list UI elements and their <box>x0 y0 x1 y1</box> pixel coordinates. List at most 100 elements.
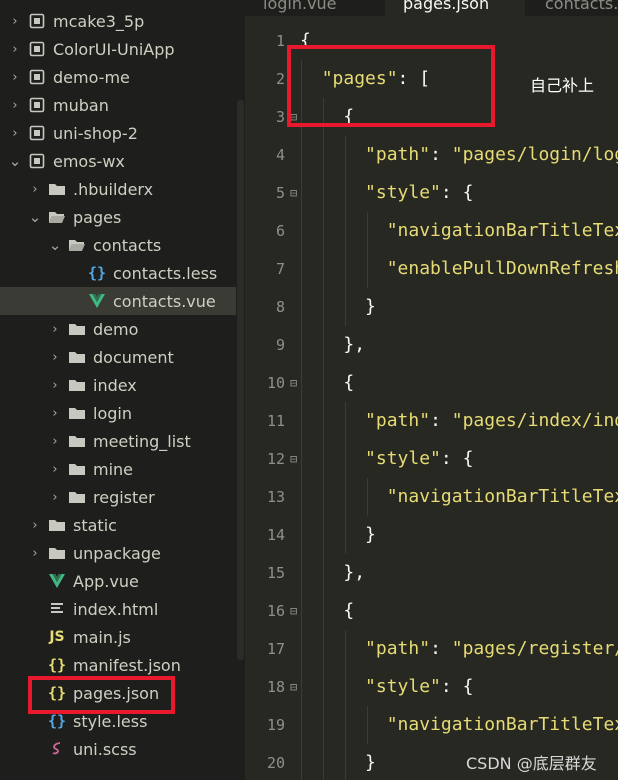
code-token: }, <box>343 334 366 355</box>
tree-item-demo[interactable]: › demo <box>0 315 236 343</box>
tree-item-demo-me[interactable]: › demo-me <box>0 63 236 91</box>
tree-item-label: demo-me <box>53 67 130 87</box>
folder-open-icon <box>48 208 66 226</box>
tree-item-pages[interactable]: ⌄ pages <box>0 203 236 231</box>
tree-item-label: register <box>93 487 155 507</box>
chevron-right-icon[interactable]: › <box>48 350 62 365</box>
tree-item-hbuilderx[interactable]: › .hbuilderx <box>0 175 236 203</box>
explorer-scrollbar-thumb[interactable] <box>237 100 244 660</box>
chevron-right-icon[interactable]: › <box>28 518 42 533</box>
chevron-right-icon[interactable]: › <box>48 378 62 393</box>
chevron-down-icon[interactable]: ⌄ <box>28 210 42 225</box>
code-text: "style": { <box>300 440 473 478</box>
fold-toggle-icon[interactable]: ⊟ <box>290 440 297 478</box>
watermark: CSDN @底层群友 <box>466 754 597 773</box>
tree-item-emos-wx[interactable]: ⌄ emos-wx <box>0 147 236 175</box>
tree-item-register[interactable]: › register <box>0 483 236 511</box>
line-number: 15 <box>266 564 285 582</box>
chevron-right-icon[interactable]: › <box>48 490 62 505</box>
fold-toggle-icon[interactable]: ⊟ <box>290 364 297 402</box>
tree-item-contacts[interactable]: ⌄ contacts <box>0 231 236 259</box>
tree-item-index[interactable]: › index <box>0 371 236 399</box>
tree-item-main-js[interactable]: ›JSmain.js <box>0 623 236 651</box>
indent-guide <box>323 440 324 478</box>
tree-item-login[interactable]: › login <box>0 399 236 427</box>
code-token: "style" <box>365 676 441 697</box>
code-text: "style": { <box>300 668 473 706</box>
tree-item-colorui-uniapp[interactable]: › ColorUI-UniApp <box>0 35 236 63</box>
indent-guide <box>301 250 302 288</box>
chevron-right-icon[interactable]: › <box>48 462 62 477</box>
chevron-right-icon[interactable]: › <box>28 182 42 197</box>
indent-guide <box>301 478 302 516</box>
code-token: } <box>365 524 376 545</box>
folder-icon <box>68 376 86 394</box>
chevron-right-icon[interactable]: › <box>8 98 22 113</box>
fold-toggle-icon[interactable]: ⊟ <box>290 668 297 706</box>
code-token: } <box>365 752 376 773</box>
tree-item-label: uni.scss <box>73 739 137 759</box>
tree-item-unpackage[interactable]: › unpackage <box>0 539 236 567</box>
code-token: "path" <box>365 144 431 165</box>
tree-item-uni-shop-2[interactable]: › uni-shop-2 <box>0 119 236 147</box>
indent-guide <box>301 554 302 592</box>
indent-guide <box>345 212 346 250</box>
line-number: 11 <box>266 412 285 430</box>
highlight-box-pages-key <box>287 45 495 127</box>
code-token: "path" <box>365 410 431 431</box>
chevron-down-icon[interactable]: ⌄ <box>8 154 22 169</box>
chevron-right-icon[interactable]: › <box>8 42 22 57</box>
chevron-right-icon[interactable]: › <box>8 70 22 85</box>
tree-item-index-html[interactable]: ›index.html <box>0 595 236 623</box>
tab-pages-json[interactable]: pages.json <box>385 0 525 16</box>
tree-item-muban[interactable]: › muban <box>0 91 236 119</box>
line-number: 9 <box>275 336 285 354</box>
tree-item-label: pages <box>73 207 122 227</box>
tree-item-mine[interactable]: › mine <box>0 455 236 483</box>
indent-guide <box>345 136 346 174</box>
chevron-right-icon[interactable]: › <box>8 126 22 141</box>
html-file-icon <box>48 600 66 618</box>
tree-item-label: contacts.vue <box>113 291 216 311</box>
tree-item-app-vue[interactable]: ›App.vue <box>0 567 236 595</box>
indent-guide <box>323 326 324 364</box>
tree-item-meeting-list[interactable]: › meeting_list <box>0 427 236 455</box>
indent-guide <box>301 288 302 326</box>
code-token: : <box>430 638 452 659</box>
tree-item-contacts-less[interactable]: ›{}contacts.less <box>0 259 236 287</box>
tab-contacts-vue[interactable]: contacts.vue <box>527 0 618 16</box>
chevron-right-icon[interactable]: › <box>48 322 62 337</box>
indent-guide <box>301 440 302 478</box>
scss-file-icon <box>48 740 66 758</box>
chevron-right-icon[interactable]: › <box>8 14 22 29</box>
tree-item-mcake3-5p[interactable]: › mcake3_5p <box>0 7 236 35</box>
tree-item-static[interactable]: › static <box>0 511 236 539</box>
tree-item-manifest-json[interactable]: ›{}manifest.json <box>0 651 236 679</box>
chevron-right-icon[interactable]: › <box>28 546 42 561</box>
code-token: "navigationBarTitleText" <box>386 220 618 241</box>
json-file-icon: {} <box>47 656 67 674</box>
tree-item-label: mcake3_5p <box>53 11 145 31</box>
tree-item-contacts-vue[interactable]: ›contacts.vue <box>0 287 236 315</box>
chevron-down-icon[interactable]: ⌄ <box>48 238 62 253</box>
line-number: 13 <box>266 488 285 506</box>
fold-toggle-icon[interactable]: ⊟ <box>290 174 297 212</box>
tab-login-vue[interactable]: login.vue <box>245 0 375 16</box>
tree-item-document[interactable]: › document <box>0 343 236 371</box>
code-text: "navigationBarTitleText": "" <box>300 706 618 744</box>
indent-guide <box>301 668 302 706</box>
tree-item-uni-scss[interactable]: ›uni.scss <box>0 735 236 763</box>
line-number: 12 <box>266 450 285 468</box>
fold-toggle-icon[interactable]: ⊟ <box>290 592 297 630</box>
chevron-right-icon[interactable]: › <box>48 434 62 449</box>
code-text: "path": "pages/login/login", <box>300 136 618 174</box>
chevron-right-icon[interactable]: › <box>48 406 62 421</box>
